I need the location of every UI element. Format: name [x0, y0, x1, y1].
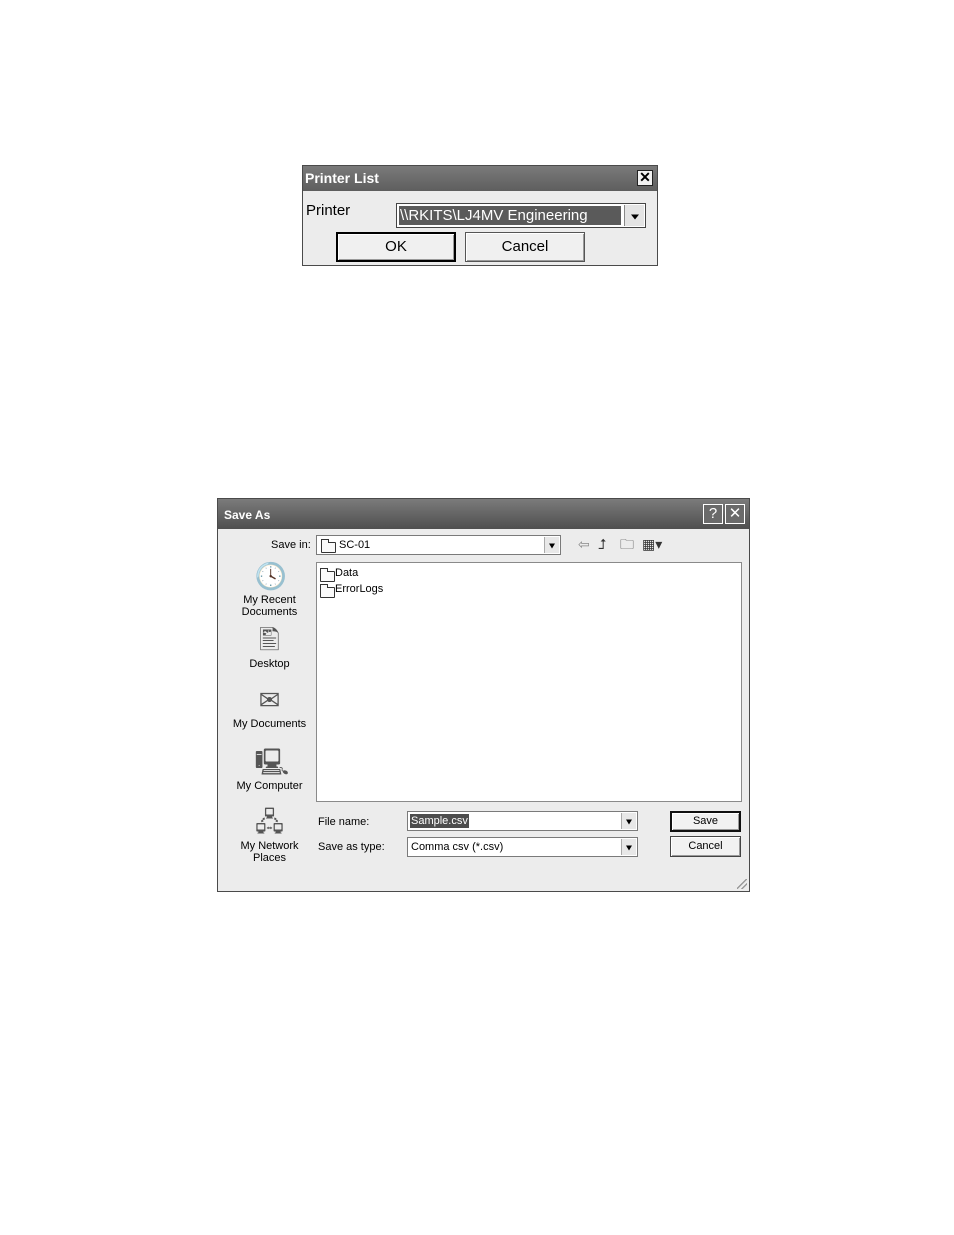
my-computer-icon: 🖳: [254, 747, 290, 777]
ok-button[interactable]: OK: [336, 232, 456, 262]
save-in-value: SC-01: [339, 539, 371, 551]
dropdown-button[interactable]: [621, 839, 636, 855]
folder-icon: [321, 539, 336, 553]
dialog-title: Printer List: [305, 170, 379, 186]
save-as-type-value: Comma csv (*.csv): [411, 841, 504, 853]
save-in-select[interactable]: SC-01: [316, 535, 561, 555]
chevron-down-icon: [630, 214, 639, 219]
title-bar: Printer List ✕: [303, 166, 657, 191]
place-label: My Documents: [232, 718, 307, 730]
views-menu-icon[interactable]: ▦▾: [642, 537, 662, 551]
title-bar: Save As ? ✕: [218, 499, 749, 529]
chevron-down-icon: [626, 819, 632, 825]
back-arrow-icon[interactable]: ⇦: [578, 537, 590, 551]
place-my-recent-documents[interactable]: 🕓 My Recent Documents: [226, 561, 313, 618]
place-my-network-places[interactable]: 🖧 My Network Places: [226, 807, 313, 864]
my-documents-icon: ✉: [258, 685, 281, 715]
network-places-icon: 🖧: [255, 807, 284, 837]
file-name-field[interactable]: Sample.csv: [407, 811, 638, 831]
save-button[interactable]: Save: [670, 811, 741, 832]
resize-grip-icon[interactable]: [737, 879, 747, 889]
desktop-icon: 🖺: [259, 625, 280, 655]
dropdown-button[interactable]: [544, 537, 559, 553]
folder-icon: [320, 584, 335, 598]
dropdown-button[interactable]: [621, 813, 636, 829]
chevron-down-icon: [549, 543, 555, 549]
place-label: My Computer: [236, 780, 303, 792]
dialog-title: Save As: [224, 508, 271, 522]
up-folder-icon[interactable]: ⮥: [598, 537, 606, 551]
dropdown-button[interactable]: [624, 205, 644, 226]
file-name-label: File name:: [318, 816, 370, 828]
printer-list-dialog: Printer List ✕ Printer \\RKITS\LJ4MV Eng…: [302, 165, 658, 266]
cancel-button[interactable]: Cancel: [465, 232, 585, 262]
printer-select[interactable]: \\RKITS\LJ4MV Engineering: [396, 203, 646, 228]
file-list[interactable]: Data ErrorLogs: [316, 562, 742, 802]
printer-label: Printer: [306, 202, 351, 219]
place-desktop[interactable]: 🖺 Desktop: [226, 625, 313, 670]
save-as-type-label: Save as type:: [318, 841, 385, 853]
folder-icon: [320, 568, 335, 582]
save-as-dialog: Save As ? ✕ Save in: SC-01 ⇦ ⮥ 🗀 ▦▾ 🕓 My…: [217, 498, 750, 892]
place-my-computer[interactable]: 🖳 My Computer: [226, 747, 313, 792]
close-button[interactable]: ✕: [637, 170, 653, 186]
close-icon: ✕: [639, 169, 651, 185]
place-label: My Network Places: [240, 840, 299, 864]
file-name: ErrorLogs: [335, 583, 384, 595]
place-label: My Recent Documents: [241, 594, 298, 618]
help-button[interactable]: ?: [703, 504, 723, 524]
save-in-label: Save in:: [271, 539, 311, 551]
file-name-value: Sample.csv: [410, 814, 469, 828]
place-my-documents[interactable]: ✉ My Documents: [226, 685, 313, 730]
printer-select-value: \\RKITS\LJ4MV Engineering: [399, 206, 621, 225]
recent-documents-icon: 🕓: [254, 561, 287, 591]
close-icon: ✕: [728, 505, 742, 522]
place-label: Desktop: [249, 658, 290, 670]
file-name: Data: [335, 567, 359, 579]
close-button[interactable]: ✕: [725, 504, 745, 524]
chevron-down-icon: [626, 845, 632, 851]
new-folder-icon[interactable]: 🗀: [620, 537, 634, 551]
help-icon: ?: [708, 505, 718, 522]
cancel-button[interactable]: Cancel: [670, 836, 741, 857]
save-as-type-select[interactable]: Comma csv (*.csv): [407, 837, 638, 857]
